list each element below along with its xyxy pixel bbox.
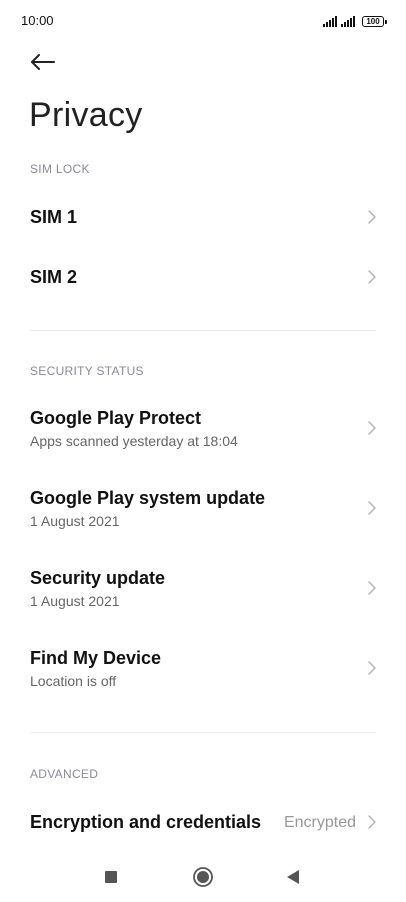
- sim-2-row[interactable]: SIM 2: [0, 250, 406, 306]
- back-arrow-icon: [31, 54, 55, 70]
- chevron-right-icon: [368, 210, 376, 224]
- sim-2-title: SIM 2: [30, 267, 78, 287]
- find-my-device-row[interactable]: Find My Device Location is off: [0, 636, 406, 700]
- section-divider: [30, 330, 376, 331]
- chevron-right-icon: [368, 815, 376, 829]
- chevron-right-icon: [368, 581, 376, 595]
- battery-icon: 100: [362, 16, 387, 27]
- recents-button[interactable]: [104, 870, 118, 884]
- section-header-advanced: ADVANCED: [30, 767, 99, 781]
- google-play-protect-title: Google Play Protect: [30, 408, 202, 428]
- chevron-right-icon: [368, 421, 376, 435]
- chevron-right-icon: [368, 501, 376, 515]
- security-update-title: Security update: [30, 568, 166, 588]
- back-nav-button[interactable]: [286, 869, 300, 885]
- section-header-security-status: SECURITY STATUS: [30, 364, 144, 378]
- signal-icon: [323, 15, 337, 27]
- back-triangle-icon: [287, 870, 299, 884]
- google-play-protect-row[interactable]: Google Play Protect Apps scanned yesterd…: [0, 396, 406, 460]
- recents-square-icon: [105, 871, 117, 883]
- encryption-credentials-title: Encryption and credentials: [30, 812, 262, 832]
- home-button[interactable]: [192, 866, 214, 888]
- sim-1-row[interactable]: SIM 1: [0, 190, 406, 246]
- section-divider: [30, 732, 376, 733]
- sim-1-title: SIM 1: [30, 207, 78, 227]
- google-play-protect-subtitle: Apps scanned yesterday at 18:04: [30, 433, 238, 449]
- chevron-right-icon: [368, 661, 376, 675]
- navigation-bar: [0, 858, 406, 898]
- security-update-row[interactable]: Security update 1 August 2021: [0, 556, 406, 620]
- google-play-system-update-subtitle: 1 August 2021: [30, 513, 120, 529]
- encryption-credentials-row[interactable]: Encryption and credentials Encrypted: [0, 796, 406, 848]
- back-button[interactable]: [26, 48, 60, 76]
- security-update-subtitle: 1 August 2021: [30, 593, 120, 609]
- battery-level: 100: [366, 17, 380, 26]
- status-icons: 100: [323, 13, 387, 27]
- signal-icon: [341, 15, 355, 27]
- find-my-device-title: Find My Device: [30, 648, 162, 668]
- find-my-device-subtitle: Location is off: [30, 673, 117, 689]
- chevron-right-icon: [368, 270, 376, 284]
- home-circle-icon: [193, 867, 213, 887]
- google-play-system-update-row[interactable]: Google Play system update 1 August 2021: [0, 476, 406, 540]
- encryption-status-value: Encrypted: [283, 814, 356, 831]
- status-bar: 10:00 100: [0, 0, 406, 40]
- google-play-system-update-title: Google Play system update: [30, 488, 266, 508]
- section-header-sim-lock: SIM LOCK: [30, 162, 90, 176]
- page-title: Privacy: [29, 96, 143, 134]
- status-time: 10:00: [21, 13, 54, 28]
